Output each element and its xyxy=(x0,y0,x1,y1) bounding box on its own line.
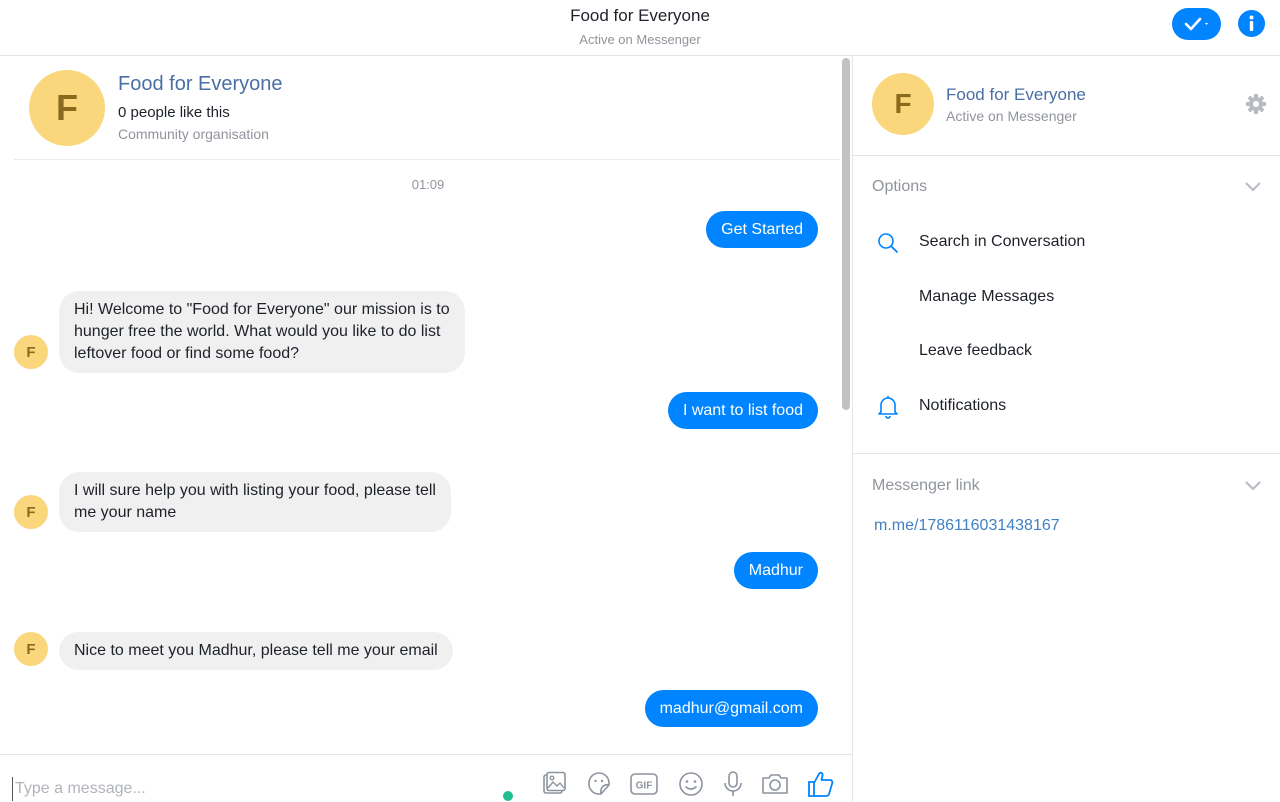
sticker-icon[interactable] xyxy=(584,769,614,799)
page-category: Community organisation xyxy=(118,126,269,142)
emoji-icon[interactable] xyxy=(676,769,706,799)
options-section-title[interactable]: Options xyxy=(872,178,927,196)
conversation-scrollbar[interactable] xyxy=(842,58,850,410)
sidebar-status: Active on Messenger xyxy=(946,108,1077,124)
message-composer: GIF xyxy=(0,754,852,802)
message-line: I will sure help you with listing your f… xyxy=(74,482,436,499)
messenger-link-section-title[interactable]: Messenger link xyxy=(872,477,980,495)
microphone-icon[interactable] xyxy=(718,769,748,799)
divider xyxy=(853,453,1280,454)
thumbs-up-icon[interactable] xyxy=(806,769,836,799)
incoming-message[interactable]: Hi! Welcome to "Food for Everyone" our m… xyxy=(59,291,465,373)
camera-icon[interactable] xyxy=(760,769,790,799)
message-line: Hi! Welcome to "Food for Everyone" our m… xyxy=(74,301,450,318)
sender-avatar[interactable]: F xyxy=(14,335,48,369)
details-sidebar: F Food for Everyone Active on Messenger … xyxy=(852,56,1280,802)
page-name-link[interactable]: Food for Everyone xyxy=(118,73,283,96)
gif-icon[interactable]: GIF xyxy=(629,769,659,799)
outgoing-message[interactable]: I want to list food xyxy=(667,392,818,429)
message-line: hunger free the world. What would you li… xyxy=(74,323,441,340)
option-notifications[interactable]: Notifications xyxy=(919,397,1006,415)
outgoing-message[interactable]: Get Started xyxy=(706,211,818,248)
sender-avatar[interactable]: F xyxy=(14,632,48,666)
message-input[interactable] xyxy=(12,777,412,801)
message-timestamp: 01:09 xyxy=(411,177,445,192)
mark-done-button[interactable] xyxy=(1172,8,1221,40)
message-line: leftover food or find some food? xyxy=(74,345,300,362)
outgoing-message[interactable]: Madhur xyxy=(733,552,818,589)
chevron-down-icon[interactable] xyxy=(1243,176,1263,196)
info-button[interactable] xyxy=(1238,10,1265,37)
bell-icon xyxy=(878,396,898,419)
message-line: me your name xyxy=(74,504,177,521)
info-icon xyxy=(1249,15,1254,31)
divider xyxy=(853,155,1280,156)
incoming-message[interactable]: I will sure help you with listing your f… xyxy=(59,472,451,532)
chevron-down-icon[interactable] xyxy=(1243,475,1263,495)
gear-icon[interactable] xyxy=(1245,93,1267,115)
page-info-card: F Food for Everyone 0 people like this C… xyxy=(14,56,840,160)
message-line: Nice to meet you Madhur, please tell me … xyxy=(74,642,438,659)
sender-avatar[interactable]: F xyxy=(14,495,48,529)
image-icon[interactable] xyxy=(539,769,569,799)
messenger-link[interactable]: m.me/1786116031438167 xyxy=(874,517,1060,535)
top-bar: Food for Everyone Active on Messenger xyxy=(0,0,1280,56)
page-likes: 0 people like this xyxy=(118,104,230,121)
conversation-title: Food for Everyone xyxy=(570,6,710,25)
svg-text:GIF: GIF xyxy=(636,781,653,792)
conversation-status: Active on Messenger xyxy=(579,32,701,47)
avatar[interactable]: F xyxy=(29,70,105,146)
online-indicator xyxy=(503,791,513,801)
avatar[interactable]: F xyxy=(872,73,934,135)
incoming-message[interactable]: Nice to meet you Madhur, please tell me … xyxy=(59,632,453,670)
checkmark-icon xyxy=(1184,17,1208,31)
outgoing-message[interactable]: madhur@gmail.com xyxy=(644,690,818,727)
option-manage-messages[interactable]: Manage Messages xyxy=(919,288,1054,306)
conversation-pane: F Food for Everyone 0 people like this C… xyxy=(0,56,852,802)
sidebar-page-name[interactable]: Food for Everyone xyxy=(946,85,1086,105)
search-icon xyxy=(878,233,898,253)
option-leave-feedback[interactable]: Leave feedback xyxy=(919,342,1032,360)
option-search-in-conversation[interactable]: Search in Conversation xyxy=(919,233,1085,251)
